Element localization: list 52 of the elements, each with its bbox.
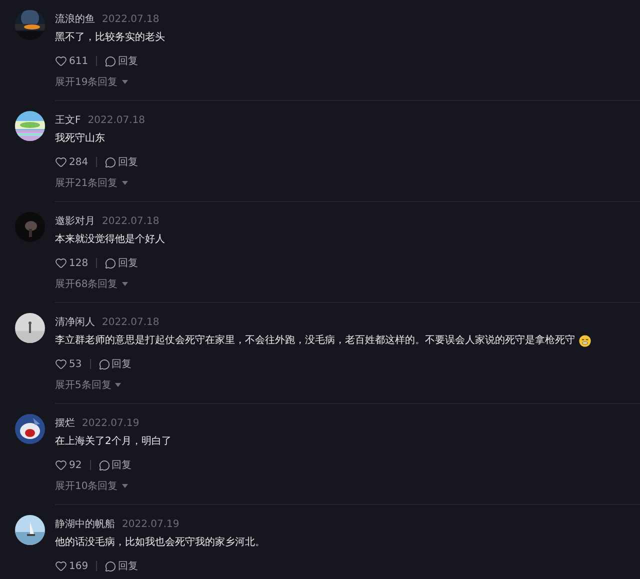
reply-button[interactable]: 回复 [105,559,138,573]
author-name: 王文F [55,114,81,127]
comment-date: 2022.07.18 [102,14,160,24]
comment-text: 他的话没毛病，比如我也会死守我的家乡河北。 [55,536,265,550]
comment-date: 2022.07.19 [82,418,140,428]
reply-button[interactable]: 回复 [105,155,138,169]
expand-replies-button[interactable]: 展开10条回复 [55,479,128,493]
heart-icon[interactable] [55,55,67,67]
like-count: 169 [69,560,88,572]
comment-date: 2022.07.18 [102,316,160,328]
comment-text: 在上海关了2个月，明白了 [55,434,172,449]
speech-bubble-icon [105,560,116,572]
speech-bubble-icon [98,460,110,470]
heart-icon[interactable] [55,257,67,269]
comment-text: 我死守山东 [55,132,105,146]
caret-icon [122,282,128,286]
comment-date: 2022.07.18 [88,114,146,126]
comment-text: 李立群老师的意思是打起仗会死守在家里，不会往外跑，没毛病，老百姓都这样的。不要误会人家说的死守是拿枪死守 [55,334,575,348]
speech-bubble-icon [105,56,116,66]
speech-bubble-icon [98,358,110,370]
expand-replies-button[interactable]: 展开21条回复 [55,176,128,190]
comment-date: 2022.07.18 [102,216,160,226]
reply-button[interactable]: 回复 [98,458,132,472]
author-name: 静湖中的帆船 [55,518,115,531]
heart-icon[interactable] [55,459,67,471]
expand-replies-button[interactable]: 展开19条回复 [55,75,128,89]
caret-icon [122,181,128,185]
like-count: 92 [69,460,82,470]
expand-replies-button[interactable]: 展开68条回复 [55,277,128,291]
like-count: 53 [69,358,82,370]
like-count: 284 [69,156,88,168]
author-name: 摆烂 [55,417,75,430]
heart-icon[interactable] [55,560,67,572]
heart-icon[interactable] [55,358,67,370]
comment-text: 黑不了，比较务实的老头 [55,30,165,45]
comment-date: 2022.07.19 [122,518,180,530]
speech-bubble-icon [105,258,116,268]
reply-button[interactable]: 回复 [105,54,138,68]
like-count: 611 [69,56,88,66]
like-count: 128 [69,258,88,268]
author-name: 清净闲人 [55,316,95,329]
author-name: 邀影对月 [55,214,95,228]
speech-bubble-icon [105,156,116,168]
reply-button[interactable]: 回复 [98,357,132,371]
caret-icon [115,383,122,387]
caret-icon [122,484,128,488]
caret-icon [122,80,128,84]
author-name: 流浪的鱼 [55,12,95,26]
comment-text: 本来就没觉得他是个好人 [55,232,165,247]
expand-replies-button[interactable]: 展开5条回复 [55,378,122,392]
reply-button[interactable]: 回复 [105,256,138,270]
heart-icon[interactable] [55,156,67,168]
